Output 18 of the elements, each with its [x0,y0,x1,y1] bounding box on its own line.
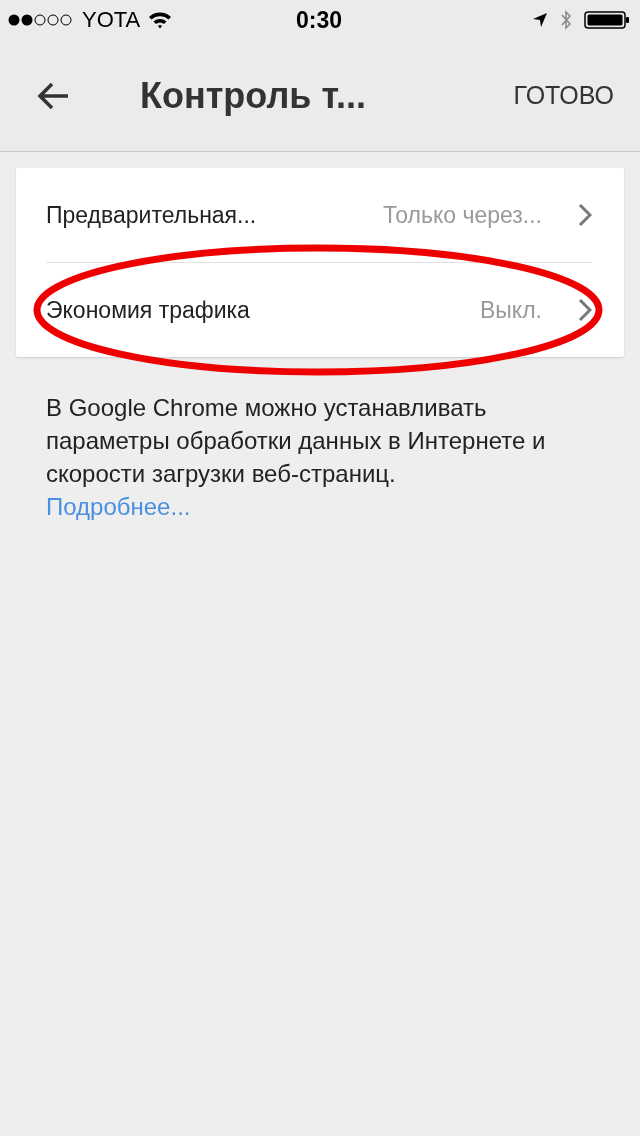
wifi-icon [148,11,173,29]
done-button[interactable]: ГОТОВО [513,81,614,110]
clock-time: 0:30 [295,6,342,34]
setting-label[interactable]: Предварительная... [46,201,383,229]
chevron-icon [578,203,592,227]
location-arrow-icon [532,12,548,28]
chevron-icon [578,298,592,322]
back-button[interactable] [36,80,70,111]
setting-value: Выкл. [480,296,542,324]
carrier-name: YOTA [82,7,141,33]
signal-icon [8,13,74,27]
setting-label[interactable]: Экономия трафика [46,296,480,324]
back-arrow-icon [36,80,70,111]
battery-icon [584,10,630,30]
bluetooth-icon [560,10,572,30]
page-title: Контроль т... [140,74,367,117]
description-text: В Google Chrome можно устанавливать параметры обработки данных в Интернете и скорости загрузки веб-страниц. [46,393,547,489]
setting-value: Только через... [383,201,542,229]
